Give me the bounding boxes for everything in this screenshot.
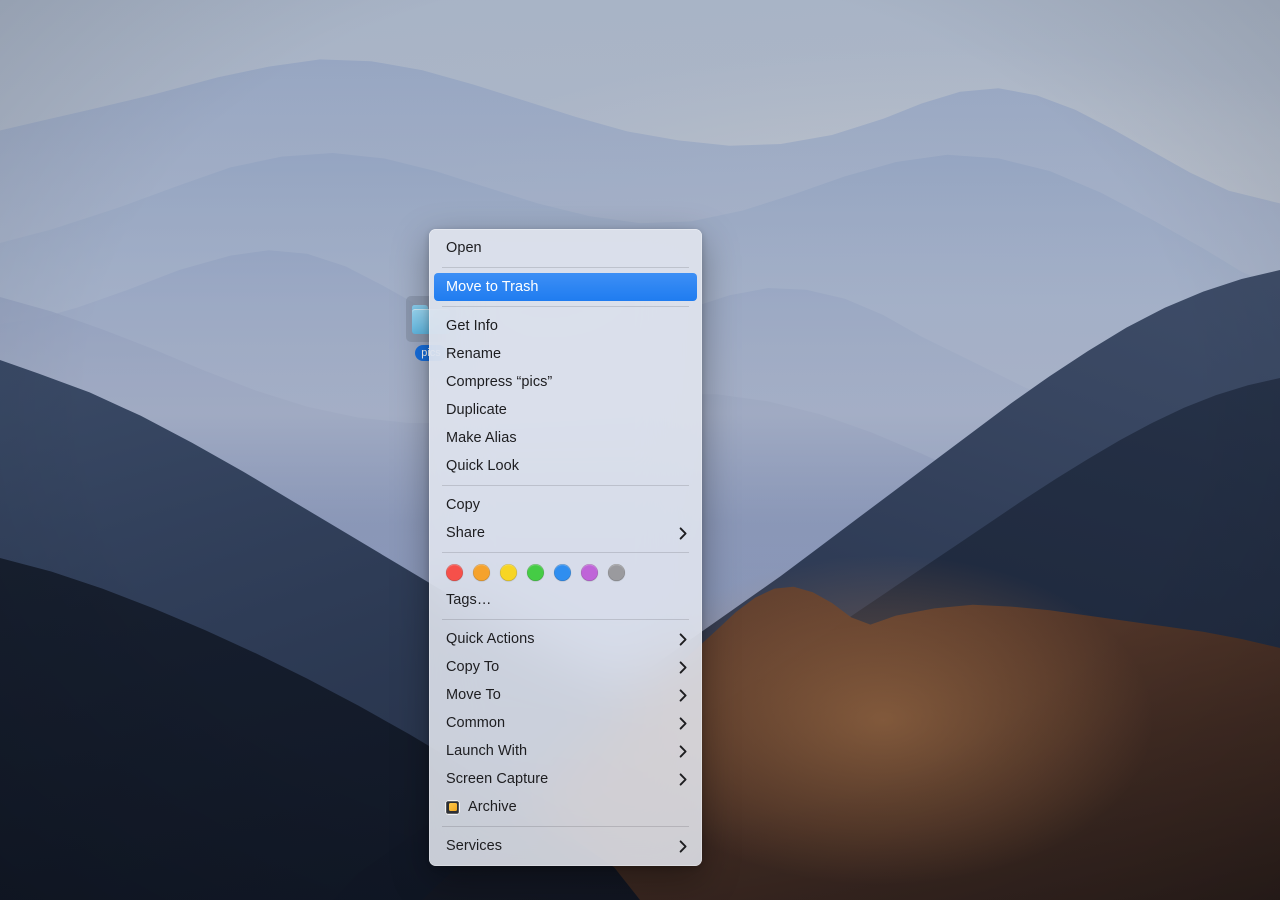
menu-item-label: Get Info <box>446 318 498 334</box>
menu-item-open[interactable]: Open <box>434 234 697 262</box>
menu-item-label: Move to Trash <box>446 279 539 295</box>
menu-item-move-to-trash[interactable]: Move to Trash <box>434 273 697 301</box>
desktop[interactable]: pics OpenMove to TrashGet InfoRenameComp… <box>0 0 1280 900</box>
chevron-right-icon <box>678 839 688 853</box>
menu-separator <box>442 485 689 486</box>
chevron-right-icon <box>678 744 688 758</box>
menu-item-get-info[interactable]: Get Info <box>434 312 697 340</box>
chevron-right-icon <box>678 660 688 674</box>
tag-dot-yellow[interactable] <box>500 563 517 581</box>
menu-item-label: Compress “pics” <box>446 374 553 390</box>
menu-item-duplicate[interactable]: Duplicate <box>434 396 697 424</box>
tag-color-row[interactable] <box>434 558 697 586</box>
menu-item-quick-actions[interactable]: Quick Actions <box>434 625 697 653</box>
menu-item-label: Open <box>446 240 482 256</box>
chevron-right-icon <box>678 772 688 786</box>
menu-item-services[interactable]: Services <box>434 832 697 860</box>
menu-item-move-to[interactable]: Move To <box>434 681 697 709</box>
menu-item-label: Launch With <box>446 743 528 759</box>
menu-item-copy-to[interactable]: Copy To <box>434 653 697 681</box>
menu-separator <box>442 306 689 307</box>
menu-item-label: Rename <box>446 346 502 362</box>
menu-item-make-alias[interactable]: Make Alias <box>434 424 697 452</box>
menu-item-label: Screen Capture <box>446 771 549 787</box>
chevron-right-icon <box>678 716 688 730</box>
menu-item-copy[interactable]: Copy <box>434 491 697 519</box>
chevron-right-icon <box>678 526 688 540</box>
menu-item-label: Quick Look <box>446 458 520 474</box>
menu-item-archive[interactable]: Archive <box>434 793 697 821</box>
menu-item-compress[interactable]: Compress “pics” <box>434 368 697 396</box>
menu-item-launch-with[interactable]: Launch With <box>434 737 697 765</box>
menu-item-label: Services <box>446 838 502 854</box>
archive-app-icon <box>445 799 460 815</box>
menu-item-label: Share <box>446 525 485 541</box>
menu-item-common[interactable]: Common <box>434 709 697 737</box>
menu-item-label: Tags… <box>446 592 492 608</box>
menu-item-label: Archive <box>468 799 517 815</box>
tag-dot-green[interactable] <box>527 563 544 581</box>
menu-item-label: Common <box>446 715 506 731</box>
menu-item-label: Duplicate <box>446 402 507 418</box>
menu-item-quick-look[interactable]: Quick Look <box>434 452 697 480</box>
menu-item-share[interactable]: Share <box>434 519 697 547</box>
menu-item-label: Move To <box>446 687 501 703</box>
menu-item-label: Make Alias <box>446 430 517 446</box>
menu-separator <box>442 619 689 620</box>
finder-context-menu[interactable]: Open Move to Trash Get Info Rename Compress … <box>429 229 702 866</box>
menu-item-tags[interactable]: Tags… <box>434 586 697 614</box>
menu-item-rename[interactable]: Rename <box>434 340 697 368</box>
tag-dot-blue[interactable] <box>554 563 571 581</box>
tag-dot-purple[interactable] <box>581 563 598 581</box>
tag-dot-gray[interactable] <box>608 563 625 581</box>
tag-dot-orange[interactable] <box>473 563 490 581</box>
menu-separator <box>442 552 689 553</box>
menu-item-label: Quick Actions <box>446 631 535 647</box>
chevron-right-icon <box>678 688 688 702</box>
chevron-right-icon <box>678 632 688 646</box>
menu-separator <box>442 826 689 827</box>
menu-item-screen-capture[interactable]: Screen Capture <box>434 765 697 793</box>
menu-separator <box>442 267 689 268</box>
tag-dot-red[interactable] <box>446 563 463 581</box>
menu-item-label: Copy To <box>446 659 500 675</box>
menu-item-label: Copy <box>446 497 481 513</box>
